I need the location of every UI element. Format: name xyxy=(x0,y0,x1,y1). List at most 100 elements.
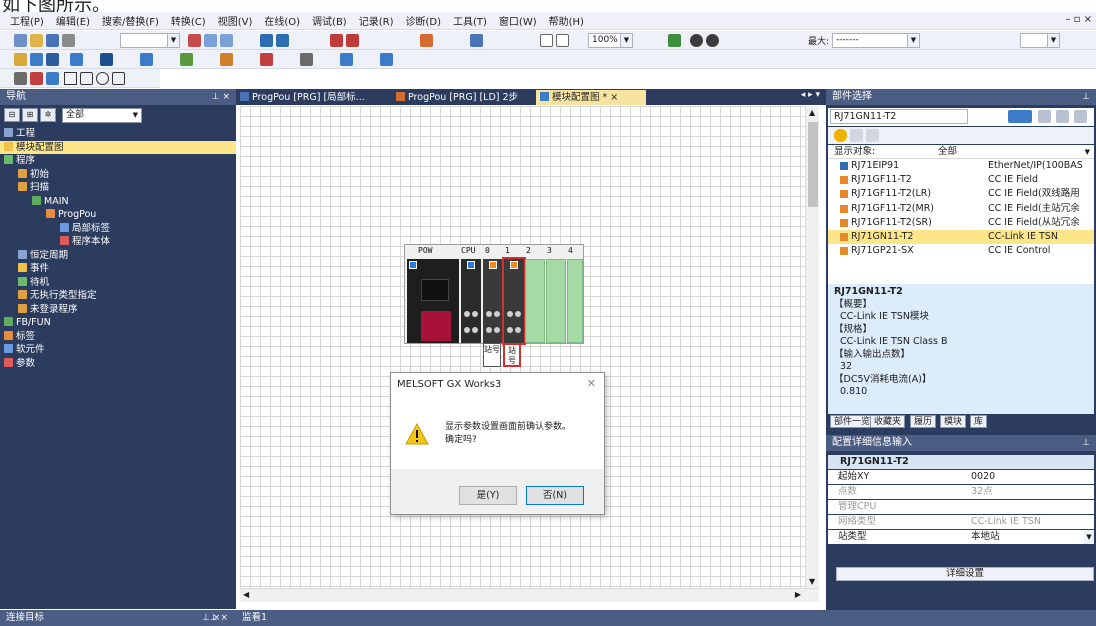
base-unit-rack[interactable]: POW CPU 0 1 2 3 4 xyxy=(404,244,584,345)
module-config-canvas[interactable] xyxy=(240,106,805,588)
draw-a-icon[interactable] xyxy=(14,72,27,85)
pin-icon[interactable]: ⊥ xyxy=(1082,89,1090,105)
menu-item-5[interactable]: 在线(O) xyxy=(264,13,300,28)
favorite-star-icon[interactable] xyxy=(834,129,847,142)
menu-item-7[interactable]: 记录(R) xyxy=(359,13,394,28)
tree-item[interactable]: 待机 xyxy=(0,276,236,290)
tree-item[interactable]: 无执行类型指定 xyxy=(0,289,236,303)
tool-i-icon[interactable] xyxy=(260,53,273,66)
tab-library[interactable]: 库 xyxy=(970,415,988,428)
read-plc-icon[interactable] xyxy=(276,34,289,47)
textbox-icon[interactable] xyxy=(112,72,125,85)
zoom-out-icon[interactable] xyxy=(556,34,569,47)
menu-item-6[interactable]: 调试(B) xyxy=(312,13,347,28)
ladder-icon[interactable] xyxy=(420,34,433,47)
delete-icon[interactable] xyxy=(866,129,879,142)
slot3-empty[interactable] xyxy=(546,259,566,343)
search-icon[interactable] xyxy=(1008,110,1032,123)
menu-item-4[interactable]: 视图(V) xyxy=(218,13,253,28)
tool-k-icon[interactable] xyxy=(340,53,353,66)
parts-list-item[interactable]: RJ71EIP91 EtherNet/IP(100BAS xyxy=(828,159,1094,173)
tool-c-icon[interactable] xyxy=(46,53,59,66)
tree-item[interactable]: 程序 xyxy=(0,154,236,168)
slot2-empty[interactable] xyxy=(525,259,545,343)
slot0-network-module[interactable] xyxy=(483,259,503,343)
tool-h-icon[interactable] xyxy=(220,53,233,66)
tool-j-icon[interactable] xyxy=(300,53,313,66)
expand-icon[interactable]: ⊞ xyxy=(22,108,38,122)
stop-circle-icon[interactable] xyxy=(690,34,703,47)
pin-icon[interactable]: ⊥ × xyxy=(212,89,230,105)
tool-b-icon[interactable] xyxy=(30,53,43,66)
parts-search-input[interactable]: RJ71GN11-T2 xyxy=(830,109,968,124)
pin-icon[interactable]: ⊥ xyxy=(1082,435,1090,451)
parts-list-item[interactable]: RJ71GF11-T2 CC IE Field xyxy=(828,173,1094,187)
tree-item[interactable]: FB/FUN xyxy=(0,316,236,330)
menu-item-10[interactable]: 窗口(W) xyxy=(499,13,537,28)
tab-progpou-ld[interactable]: ProgPou [PRG] [LD] 2步 xyxy=(392,90,534,105)
save-icon[interactable] xyxy=(46,34,59,47)
tree-item[interactable]: 事件 xyxy=(0,262,236,276)
ellipse-icon[interactable] xyxy=(96,72,109,85)
filter-icon[interactable] xyxy=(1038,110,1051,123)
parts-filter-row[interactable]: 显示对象: 全部 ▼ xyxy=(828,145,1094,159)
tree-item[interactable]: 恒定周期 xyxy=(0,249,236,263)
menu-item-0[interactable]: 工程(P) xyxy=(10,13,44,28)
tree-item[interactable]: 初始 xyxy=(0,168,236,182)
monitor-stop-icon[interactable] xyxy=(346,34,359,47)
tree-item[interactable]: 标签 xyxy=(0,330,236,344)
close-icon[interactable]: ✕ xyxy=(587,377,596,390)
vertical-scrollbar[interactable]: ▲ ▼ xyxy=(805,106,819,588)
tree-item[interactable]: 模块配置图 xyxy=(0,140,236,154)
cut-icon[interactable] xyxy=(188,34,201,47)
menu-item-3[interactable]: 转换(C) xyxy=(171,13,206,28)
zoom-combo[interactable]: 100% ▼ xyxy=(588,33,633,48)
connection-target-bar[interactable]: 连接目标 ⊥ × xyxy=(0,610,236,626)
tree-item[interactable]: 扫描 xyxy=(0,181,236,195)
yes-button[interactable]: 是(Y) xyxy=(459,486,517,505)
project-combo[interactable]: ▼ xyxy=(120,33,180,48)
tool-f-icon[interactable] xyxy=(140,53,153,66)
draw-b-icon[interactable] xyxy=(30,72,43,85)
vertical-scroll-thumb[interactable] xyxy=(808,122,818,207)
tab-parts-list[interactable]: 部件一览 xyxy=(830,415,875,428)
tree-item[interactable]: 局部标签 xyxy=(0,222,236,236)
tab-modules[interactable]: 模块 xyxy=(940,415,967,428)
tool-l-icon[interactable] xyxy=(380,53,393,66)
draw-c-icon[interactable] xyxy=(46,72,59,85)
tree-item[interactable]: 程序本体 xyxy=(0,235,236,249)
tool-d-icon[interactable] xyxy=(70,53,83,66)
add-icon[interactable] xyxy=(850,129,863,142)
open-project-icon[interactable] xyxy=(30,34,43,47)
cpu-module[interactable] xyxy=(461,259,481,343)
watch-bar[interactable]: 监看1 ⊥ × xyxy=(202,610,1096,626)
parts-list-item[interactable]: RJ71GF11-T2(MR) CC IE Field(主站冗余 xyxy=(828,202,1094,216)
rectangle-icon[interactable] xyxy=(80,72,93,85)
copy-icon[interactable] xyxy=(204,34,217,47)
device-icon[interactable] xyxy=(470,34,483,47)
tool-e-icon[interactable] xyxy=(100,53,113,66)
parts-list-item[interactable]: RJ71GF11-T2(SR) CC IE Field(从站冗余 xyxy=(828,216,1094,230)
max-combo[interactable]: ------- ▼ xyxy=(832,33,920,48)
collapse-icon[interactable]: ⊟ xyxy=(4,108,20,122)
menu-item-8[interactable]: 诊断(D) xyxy=(405,13,441,28)
parts-list-item[interactable]: RJ71GN11-T2 CC-Link IE TSN xyxy=(828,229,1094,245)
window-controls[interactable]: – ▫ × xyxy=(1065,14,1092,25)
new-project-icon[interactable] xyxy=(14,34,27,47)
no-button[interactable]: 否(N) xyxy=(526,486,584,505)
run-icon[interactable] xyxy=(668,34,681,47)
tree-item[interactable]: 工程 xyxy=(0,127,236,141)
tab-scroll-icon[interactable]: ◂ ▸ ▾ xyxy=(801,90,820,100)
menu-item-9[interactable]: 工具(T) xyxy=(453,13,487,28)
clear-icon[interactable] xyxy=(1074,110,1087,123)
paste-icon[interactable] xyxy=(220,34,233,47)
extra-combo[interactable]: ▼ xyxy=(1020,33,1060,48)
tree-item[interactable]: ProgPou xyxy=(0,208,236,222)
parts-list-item[interactable]: RJ71GP21-SX CC IE Control xyxy=(828,244,1094,258)
tree-item[interactable]: 未登录程序 xyxy=(0,303,236,317)
pause-circle-icon[interactable] xyxy=(706,34,719,47)
tree-item[interactable]: MAIN xyxy=(0,195,236,209)
line-icon[interactable] xyxy=(64,72,77,85)
menu-item-1[interactable]: 编辑(E) xyxy=(56,13,90,28)
tree-item[interactable]: 参数 xyxy=(0,357,236,371)
